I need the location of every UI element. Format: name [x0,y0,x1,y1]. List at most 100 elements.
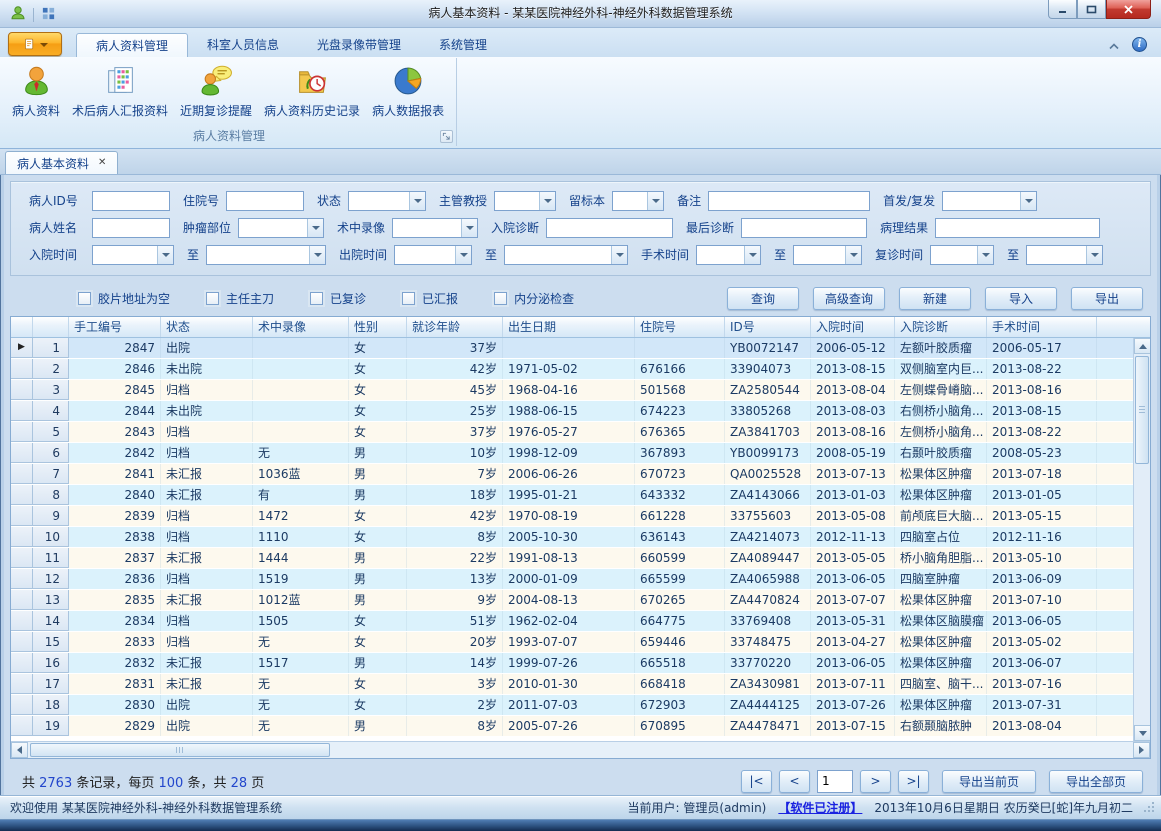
table-row[interactable]: 102838归档1110女8岁2005-10-30636143ZA4214073… [11,527,1133,548]
maximize-button[interactable] [1077,0,1106,19]
filter-combo-首发/复发[interactable] [942,191,1037,211]
scroll-right-icon[interactable] [1133,742,1150,758]
vertical-scrollbar[interactable] [1133,338,1150,741]
table-row[interactable]: 42844未出院女25岁1988-06-15674223338052682013… [11,401,1133,422]
table-row[interactable]: 32845归档女45岁1968-04-16501568ZA25805442013… [11,380,1133,401]
resize-grip-icon[interactable] [1143,801,1155,816]
checkbox-已复诊[interactable]: 已复诊 [310,290,366,307]
ribbon-button-病人资料[interactable]: 病人资料 [6,61,66,121]
column-header-手术时间[interactable]: 手术时间 [987,317,1097,337]
filter-input-入院诊断[interactable] [546,218,673,238]
filter-input-最后诊断[interactable] [741,218,867,238]
dropdown-arrow-icon[interactable] [307,219,323,237]
filter-combo-至[interactable] [504,245,628,265]
dropdown-arrow-icon[interactable] [611,246,627,264]
table-row[interactable]: 192829出院无男8岁2005-07-26670895ZA4478471201… [11,716,1133,737]
column-header-状态[interactable]: 状态 [161,317,253,337]
table-row[interactable]: 132835未汇报1012蓝男9岁2004-08-13670265ZA44708… [11,590,1133,611]
export-current-page-button[interactable]: 导出当前页 [942,770,1036,793]
dropdown-arrow-icon[interactable] [977,246,993,264]
table-row[interactable]: ▶12847出院女37岁YB00721472006-05-12左额叶胶质瘤200… [11,338,1133,359]
table-row[interactable]: 142834归档1505女51岁1962-02-0466477533769408… [11,611,1133,632]
table-row[interactable]: 82840未汇报有男18岁1995-01-21643332ZA414306620… [11,485,1133,506]
ribbon-button-术后病人汇报资料[interactable]: 术后病人汇报资料 [66,61,174,121]
table-row[interactable]: 62842归档无男10岁1998-12-09367893YB0099173200… [11,443,1133,464]
table-row[interactable]: 72841未汇报1036蓝男7岁2006-06-26670723QA002552… [11,464,1133,485]
checkbox-胶片地址为空[interactable]: 胶片地址为空 [78,290,170,307]
dropdown-arrow-icon[interactable] [1020,192,1036,210]
ribbon-tab-系统管理[interactable]: 系统管理 [420,33,506,57]
last-page-button[interactable]: >| [898,770,929,793]
filter-combo-主管教授[interactable] [494,191,556,211]
dropdown-arrow-icon[interactable] [539,192,555,210]
filter-combo-至[interactable] [793,245,862,265]
导出-button[interactable]: 导出 [1071,287,1143,310]
filter-combo-肿瘤部位[interactable] [238,218,324,238]
info-icon[interactable]: i [1132,37,1147,52]
filter-combo-复诊时间[interactable] [930,245,994,265]
dropdown-arrow-icon[interactable] [744,246,760,264]
ribbon-button-病人资料历史记录[interactable]: 病人资料历史记录 [258,61,366,121]
filter-combo-至[interactable] [1026,245,1103,265]
column-header-入院时间[interactable]: 入院时间 [811,317,895,337]
filter-input-病人ID号[interactable] [92,191,170,211]
column-header-住院号[interactable]: 住院号 [635,317,725,337]
新建-button[interactable]: 新建 [899,287,971,310]
tab-patient-basic-data[interactable]: 病人基本资料 ✕ [5,151,118,174]
table-row[interactable]: 172831未汇报无女3岁2010-01-30668418ZA343098120… [11,674,1133,695]
dropdown-arrow-icon[interactable] [845,246,861,264]
column-header-入院诊断[interactable]: 入院诊断 [895,317,987,337]
高级查询-button[interactable]: 高级查询 [813,287,885,310]
filter-combo-出院时间[interactable] [394,245,472,265]
checkbox-icon[interactable] [494,292,507,305]
checkbox-已汇报[interactable]: 已汇报 [402,290,458,307]
dropdown-arrow-icon[interactable] [1086,246,1102,264]
quick-access-layout-icon[interactable] [41,6,56,25]
filter-combo-至[interactable] [206,245,326,265]
table-row[interactable]: 92839归档1472女42岁1970-08-19661228337556032… [11,506,1133,527]
table-row[interactable]: 22846未出院女42岁1971-05-02676166339040732013… [11,359,1133,380]
dialog-launcher-icon[interactable] [440,130,453,143]
ribbon-button-近期复诊提醒[interactable]: 近期复诊提醒 [174,61,258,121]
table-row[interactable]: 162832未汇报1517男14岁1999-07-266655183377022… [11,653,1133,674]
column-header-性别[interactable]: 性别 [349,317,407,337]
ribbon-tab-病人资料管理[interactable]: 病人资料管理 [76,33,188,57]
table-row[interactable]: 182830出院无女2岁2011-07-03672903ZA4444125201… [11,695,1133,716]
application-menu-button[interactable] [8,32,62,56]
scroll-up-icon[interactable] [1134,338,1151,354]
filter-combo-手术时间[interactable] [696,245,761,265]
horizontal-scroll-thumb[interactable] [30,743,330,757]
export-all-pages-button[interactable]: 导出全部页 [1049,770,1143,793]
page-number-input[interactable] [817,770,853,793]
table-row[interactable]: 122836归档1519男13岁2000-01-09665599ZA406598… [11,569,1133,590]
dropdown-arrow-icon[interactable] [455,246,471,264]
checkbox-icon[interactable] [78,292,91,305]
table-row[interactable]: 52843归档女37岁1976-05-27676365ZA38417032013… [11,422,1133,443]
vertical-scroll-thumb[interactable] [1135,356,1149,464]
column-header-出生日期[interactable]: 出生日期 [503,317,635,337]
registered-link[interactable]: 【软件已注册】 [778,799,862,816]
filter-combo-入院时间[interactable] [92,245,174,265]
dropdown-arrow-icon[interactable] [409,192,425,210]
ribbon-tab-科室人员信息[interactable]: 科室人员信息 [188,33,298,57]
first-page-button[interactable]: |< [741,770,772,793]
scroll-down-icon[interactable] [1134,725,1151,741]
table-row[interactable]: 152833归档无女20岁1993-07-0765944633748475201… [11,632,1133,653]
checkbox-内分泌检查[interactable]: 内分泌检查 [494,290,574,307]
dropdown-arrow-icon[interactable] [461,219,477,237]
dropdown-arrow-icon[interactable] [157,246,173,264]
column-header-术中录像[interactable]: 术中录像 [253,317,349,337]
close-button[interactable] [1106,0,1151,19]
filter-combo-留标本[interactable] [612,191,664,211]
dropdown-arrow-icon[interactable] [647,192,663,210]
filter-input-备注[interactable] [708,191,870,211]
checkbox-主任主刀[interactable]: 主任主刀 [206,290,274,307]
查询-button[interactable]: 查询 [727,287,799,310]
scroll-left-icon[interactable] [11,742,28,758]
next-page-button[interactable]: > [860,770,891,793]
filter-input-病理结果[interactable] [935,218,1100,238]
minimize-button[interactable] [1048,0,1077,19]
checkbox-icon[interactable] [206,292,219,305]
导入-button[interactable]: 导入 [985,287,1057,310]
table-row[interactable]: 112837未汇报1444男22岁1991-08-13660599ZA40894… [11,548,1133,569]
